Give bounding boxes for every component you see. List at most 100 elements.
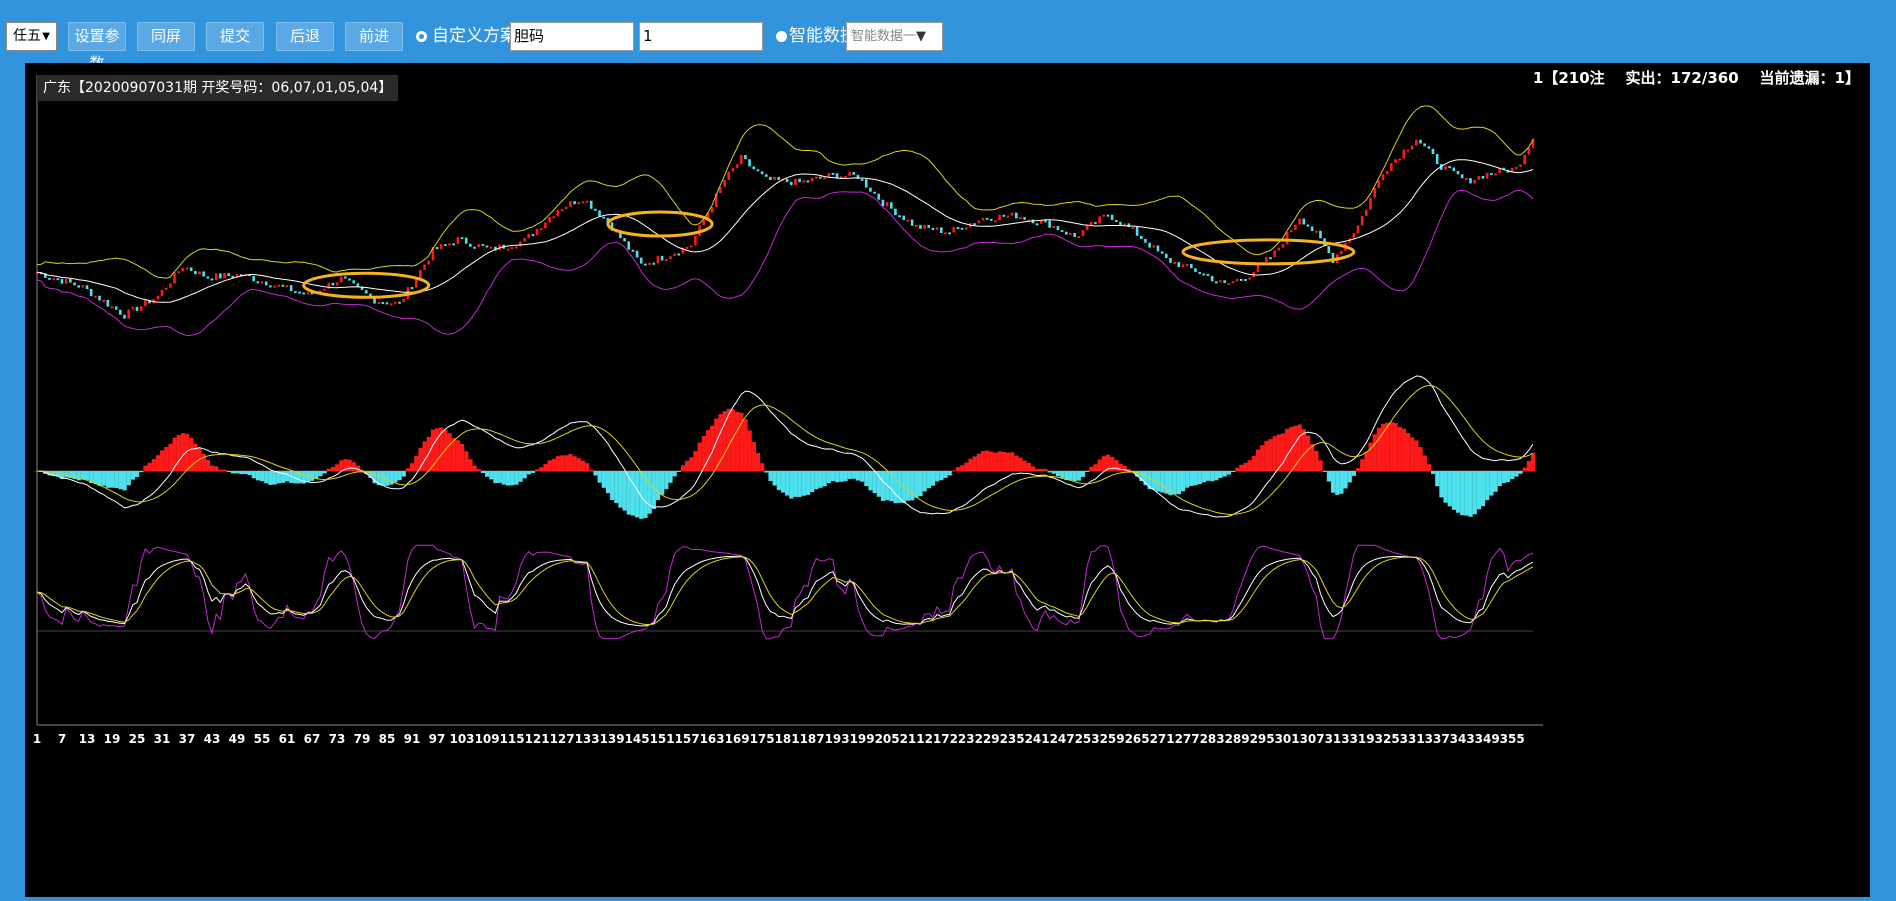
number-input[interactable]: 1 xyxy=(639,22,763,51)
macd-bar xyxy=(547,460,552,471)
macd-bar xyxy=(1026,462,1031,471)
macd-bar xyxy=(680,465,686,471)
candle xyxy=(1456,171,1460,175)
chart-svg: 1 7 13 19 25 31 37 43 49 55 61 67 73 79 85 91 97 103 109 11… xyxy=(33,75,1543,746)
macd-bar xyxy=(260,471,265,482)
candle xyxy=(1327,246,1331,253)
forward-button[interactable]: 前进 xyxy=(345,22,403,51)
candle xyxy=(631,249,635,252)
candle xyxy=(1210,275,1214,282)
candle xyxy=(1031,219,1035,224)
candle xyxy=(1369,197,1372,210)
macd-bar xyxy=(1464,471,1469,516)
candle xyxy=(1527,147,1531,155)
macd-bar xyxy=(755,452,761,471)
macd-bar xyxy=(1318,460,1323,471)
candle xyxy=(156,295,160,300)
candle xyxy=(356,283,360,287)
custom-scheme-radio[interactable] xyxy=(416,31,427,42)
candle xyxy=(1173,262,1176,265)
candle xyxy=(1248,277,1251,280)
macd-bar xyxy=(697,442,702,471)
smart-data-select[interactable]: 智能数据一▼ xyxy=(846,22,943,51)
candle xyxy=(764,174,768,177)
macd-bar xyxy=(85,471,90,480)
macd-bar xyxy=(1330,471,1336,493)
macd-bar xyxy=(205,460,211,471)
macd-bar xyxy=(405,468,411,471)
macd-bar xyxy=(451,438,456,471)
x-tick-label: 1 xyxy=(33,732,41,746)
macd-bar xyxy=(1389,421,1394,471)
candle xyxy=(1119,221,1122,226)
macd-bar xyxy=(143,465,148,471)
macd-bar xyxy=(810,471,815,493)
macd-bar xyxy=(1010,452,1015,471)
dan-code-input[interactable]: 胆码 xyxy=(510,22,634,51)
candle xyxy=(1415,139,1418,146)
candle xyxy=(94,295,97,298)
x-tick-label: 109 xyxy=(475,732,500,746)
macd-bar xyxy=(1051,471,1056,474)
macd-bar xyxy=(1476,471,1482,510)
candle xyxy=(514,246,518,249)
macd-bar xyxy=(764,471,769,473)
macd-bar xyxy=(960,465,965,471)
smart-data-radio[interactable] xyxy=(776,31,787,42)
macd-bar xyxy=(1430,471,1436,474)
candle xyxy=(439,244,443,250)
macd-bar xyxy=(118,471,123,490)
candle xyxy=(264,281,268,286)
candle xyxy=(1144,238,1147,243)
macd-bar xyxy=(447,433,452,471)
macd-bar xyxy=(1101,456,1106,471)
macd-bar xyxy=(918,471,923,497)
back-button[interactable]: 后退 xyxy=(276,22,334,51)
candle xyxy=(864,179,868,188)
macd-bar xyxy=(222,469,227,471)
macd-bar xyxy=(1293,425,1298,471)
macd-bar xyxy=(93,471,98,484)
x-tick-label: 247 xyxy=(1050,732,1075,746)
macd-bar xyxy=(101,471,106,486)
candle xyxy=(1077,236,1081,239)
x-tick-label: 205 xyxy=(875,732,900,746)
macd-bar xyxy=(1410,437,1415,471)
candle xyxy=(702,220,706,226)
macd-bar xyxy=(1222,471,1227,477)
same-screen-button[interactable]: 同屏 xyxy=(137,22,195,51)
submit-button[interactable]: 提交 xyxy=(206,22,264,51)
candle xyxy=(331,282,335,286)
macd-bar xyxy=(1005,452,1011,471)
macd-bar xyxy=(1506,471,1511,483)
candle xyxy=(531,234,535,237)
candle xyxy=(306,292,310,295)
mode-select[interactable]: 任五 ▼ xyxy=(6,22,57,51)
macd-bar xyxy=(114,471,119,488)
candle xyxy=(327,282,330,289)
candle xyxy=(1064,231,1068,235)
candle xyxy=(1035,223,1039,226)
chevron-down-icon: ▼ xyxy=(916,29,927,44)
macd-bar xyxy=(1468,471,1473,517)
macd-bar xyxy=(980,451,986,471)
candle xyxy=(739,154,743,165)
macd-bar xyxy=(1364,451,1369,471)
x-tick-label: 313 xyxy=(1325,732,1350,746)
candle xyxy=(927,224,931,228)
settings-button[interactable]: 设置参数 xyxy=(68,22,126,72)
macd-bar xyxy=(568,454,573,471)
candle xyxy=(1194,268,1197,272)
candle xyxy=(285,285,289,288)
macd-bar xyxy=(64,471,69,478)
macd-bar xyxy=(864,471,869,487)
candle xyxy=(819,176,822,179)
macd-bar xyxy=(747,430,752,471)
macd-bar xyxy=(247,471,252,476)
candle xyxy=(798,178,801,183)
macd-bar xyxy=(97,471,102,486)
macd-bar xyxy=(393,471,398,483)
macd-bar xyxy=(1114,459,1119,471)
candle xyxy=(1469,178,1472,184)
candle xyxy=(560,209,564,212)
